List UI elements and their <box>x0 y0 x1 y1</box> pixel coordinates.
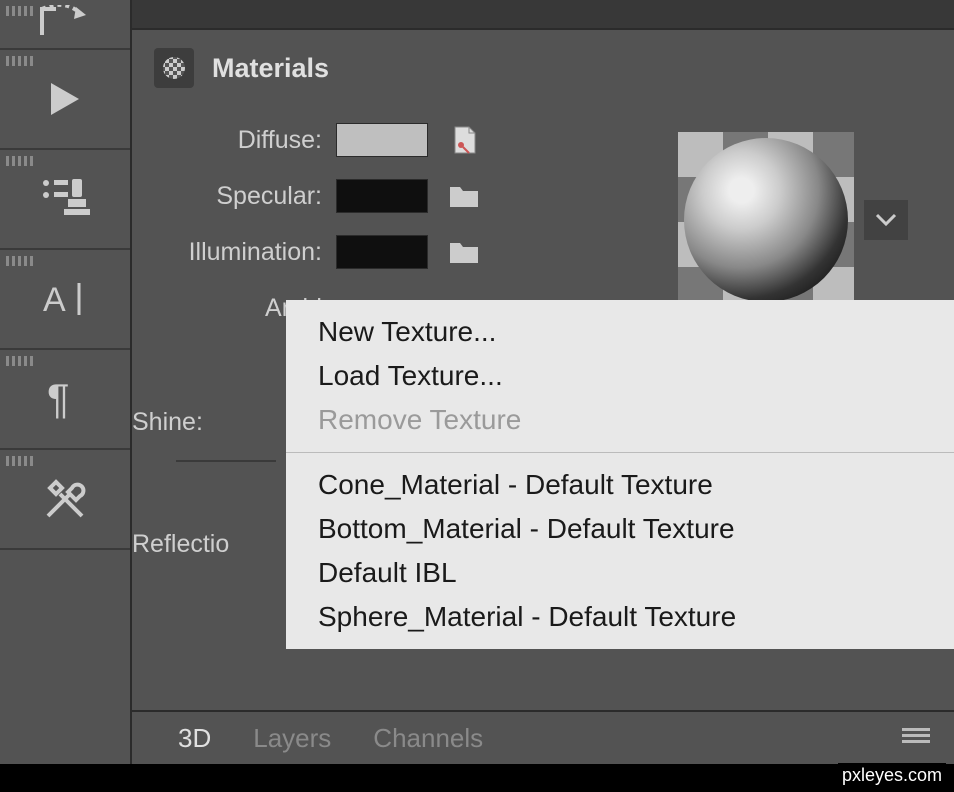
specular-label: Specular: <box>152 182 322 211</box>
tool-rotate[interactable] <box>0 0 130 50</box>
tool-text[interactable]: A <box>0 250 130 350</box>
diffuse-label: Diffuse: <box>152 126 322 155</box>
diffuse-swatch[interactable] <box>336 123 428 157</box>
checker-sphere-icon <box>161 55 187 81</box>
section-title: Materials <box>212 53 329 84</box>
left-toolbar: A ¶ <box>0 0 130 792</box>
tool-paragraph[interactable]: ¶ <box>0 350 130 450</box>
text-cursor-icon: A <box>41 279 89 319</box>
play-icon <box>45 79 85 119</box>
chevron-down-icon <box>875 213 897 227</box>
illumination-swatch[interactable] <box>336 235 428 269</box>
menu-texture-3[interactable]: Sphere_Material - Default Texture <box>286 595 954 639</box>
illumination-texture-button[interactable] <box>442 234 486 270</box>
folder-icon <box>448 239 480 265</box>
stamp-list-icon <box>40 177 90 221</box>
material-preview[interactable] <box>678 132 854 308</box>
tab-3d[interactable]: 3D <box>172 713 217 764</box>
diffuse-texture-button[interactable] <box>442 122 486 158</box>
menu-texture-1[interactable]: Bottom_Material - Default Texture <box>286 507 954 551</box>
pilcrow-icon: ¶ <box>45 377 85 421</box>
panel-top-bar <box>132 0 954 30</box>
tool-settings[interactable] <box>0 450 130 550</box>
rotate-icon <box>38 5 92 43</box>
divider <box>176 460 276 462</box>
specular-texture-button[interactable] <box>442 178 486 214</box>
svg-text:A: A <box>43 281 66 319</box>
tool-list[interactable] <box>0 150 130 250</box>
document-icon <box>449 125 479 155</box>
menu-remove-texture: Remove Texture <box>286 398 954 442</box>
watermark: pxleyes.com <box>838 763 946 788</box>
reflection-label: Reflectio <box>132 530 229 559</box>
preview-sphere <box>684 138 848 302</box>
tab-layers[interactable]: Layers <box>247 713 337 764</box>
tools-icon <box>42 476 88 522</box>
tab-channels[interactable]: Channels <box>367 713 489 764</box>
menu-load-texture[interactable]: Load Texture... <box>286 354 954 398</box>
tool-empty <box>0 550 130 792</box>
materials-icon <box>154 48 194 88</box>
specular-swatch[interactable] <box>336 179 428 213</box>
menu-separator <box>286 452 954 453</box>
panel-tabs: 3D Layers Channels <box>132 710 954 764</box>
folder-icon <box>448 183 480 209</box>
illumination-label: Illumination: <box>152 238 322 267</box>
menu-new-texture[interactable]: New Texture... <box>286 310 954 354</box>
section-header: Materials <box>132 30 954 102</box>
preview-dropdown[interactable] <box>864 200 908 240</box>
bottom-bar <box>0 764 954 792</box>
hamburger-icon <box>902 726 930 746</box>
texture-context-menu: New Texture... Load Texture... Remove Te… <box>286 300 954 649</box>
shine-label: Shine: <box>132 408 203 437</box>
panel-menu-button[interactable] <box>902 726 930 751</box>
tool-play[interactable] <box>0 50 130 150</box>
menu-texture-0[interactable]: Cone_Material - Default Texture <box>286 463 954 507</box>
svg-text:¶: ¶ <box>47 377 70 421</box>
menu-texture-2[interactable]: Default IBL <box>286 551 954 595</box>
